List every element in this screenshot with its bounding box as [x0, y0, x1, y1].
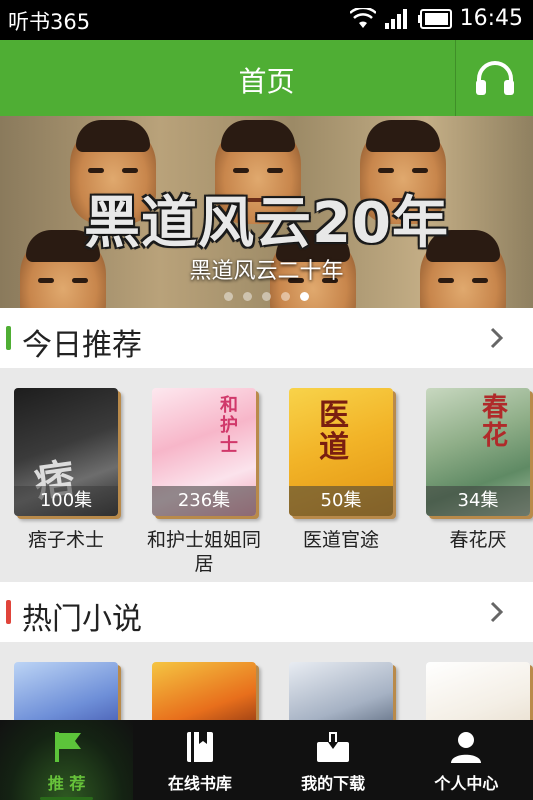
- banner-title: 黑道风云20年: [84, 191, 449, 256]
- banner-dot[interactable]: [281, 292, 290, 301]
- book-title: 和护士姐姐同居: [146, 529, 261, 575]
- episode-count: 236集: [152, 486, 256, 516]
- section-body-recommend: 痞 100集 痞子术士 和护士 236集 和护士姐姐同居 医道 50集 医道官途…: [0, 368, 533, 582]
- episode-count: 100集: [14, 486, 118, 516]
- cover-art: 医道: [319, 398, 349, 465]
- section-title: 今日推荐: [22, 328, 142, 363]
- book-cover[interactable]: 春花 34集: [426, 388, 530, 516]
- book-cover[interactable]: [14, 662, 118, 720]
- bottom-nav: 推 荐 在线书库 我的下载 个人中心: [0, 720, 533, 800]
- chevron-right-icon[interactable]: [489, 600, 505, 624]
- banner-dot-active[interactable]: [300, 292, 309, 301]
- nav-item-online-library[interactable]: 在线书库: [133, 720, 266, 800]
- nav-label: 在线书库: [167, 774, 232, 793]
- book-cover[interactable]: 和护士 236集: [152, 388, 256, 516]
- book-title: 医道官途: [302, 529, 379, 551]
- nav-label: 个人中心: [434, 774, 499, 793]
- section-body-hot-novels: [0, 642, 533, 720]
- download-box-icon: [317, 732, 350, 762]
- book-cover[interactable]: [152, 662, 256, 720]
- section-title: 热门小说: [22, 602, 142, 637]
- bookmark-book-icon: [186, 732, 213, 762]
- banner-caption: 黑道风云二十年: [189, 259, 344, 284]
- chevron-right-icon[interactable]: [489, 326, 505, 350]
- wifi-icon: [349, 7, 376, 28]
- flag-icon: [54, 732, 81, 762]
- nav-item-my-downloads[interactable]: 我的下载: [267, 720, 400, 800]
- signal-icon: [384, 8, 407, 29]
- status-time: 16:45: [459, 6, 523, 31]
- banner-dot[interactable]: [224, 292, 233, 301]
- status-icons: 16:45: [349, 6, 523, 31]
- page-title: 首页: [238, 65, 295, 98]
- battery-icon: [417, 8, 452, 29]
- nav-item-recommend[interactable]: 推 荐: [0, 720, 134, 800]
- cover-art: 和护士: [220, 395, 238, 456]
- status-app-name: 听书365: [8, 10, 91, 34]
- book-title: 春花厌: [449, 529, 507, 551]
- app-header: 首页: [0, 40, 533, 116]
- nav-item-personal-center[interactable]: 个人中心: [400, 720, 533, 800]
- episode-count: 50集: [289, 486, 393, 516]
- banner-pager: [0, 292, 533, 301]
- book-cover[interactable]: [289, 662, 393, 720]
- nav-label: 我的下载: [301, 774, 366, 793]
- section-header-recommend[interactable]: 今日推荐: [0, 308, 533, 368]
- episode-count: 34集: [426, 486, 530, 516]
- nav-label: 推 荐: [47, 774, 86, 793]
- book-cover[interactable]: 痞 100集: [14, 388, 118, 516]
- status-bar: 听书365 16:45: [0, 0, 533, 40]
- book-title: 痞子术士: [27, 529, 104, 551]
- book-cover[interactable]: [426, 662, 530, 720]
- section-header-hot-novels[interactable]: 热门小说: [0, 582, 533, 642]
- cover-art: 春花: [482, 393, 509, 451]
- user-icon: [451, 732, 482, 763]
- book-cover[interactable]: 医道 50集: [289, 388, 393, 516]
- section-accent-bar: [6, 600, 11, 624]
- banner-dot[interactable]: [243, 292, 252, 301]
- banner-carousel[interactable]: 黑道风云20年 黑道风云二十年: [0, 116, 533, 308]
- headphones-button[interactable]: [456, 40, 533, 116]
- headphones-icon: [475, 61, 514, 95]
- banner-dot[interactable]: [262, 292, 271, 301]
- section-accent-bar: [6, 326, 11, 350]
